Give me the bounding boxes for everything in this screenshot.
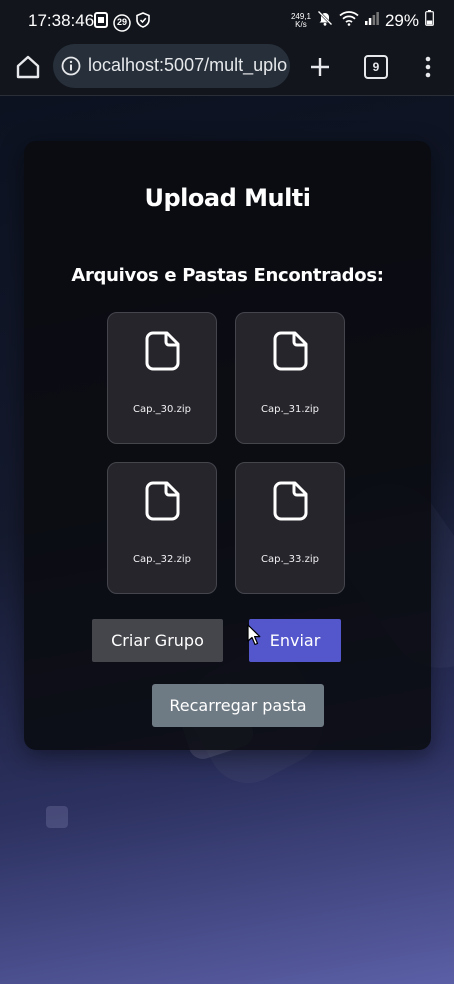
files-heading: Arquivos e Pastas Encontrados: — [71, 265, 384, 286]
page-title: Upload Multi — [144, 184, 311, 212]
file-icon — [145, 331, 181, 371]
browser-toolbar: localhost:5007/mult_uplo 9 — [0, 42, 454, 96]
file-icon — [273, 481, 309, 521]
reload-folder-button[interactable]: Recarregar pasta — [152, 684, 324, 727]
notification-count: 29 — [116, 16, 127, 27]
file-name: Cap._31.zip — [261, 404, 319, 415]
file-name: Cap._32.zip — [133, 554, 191, 565]
battery-percent: 29% — [384, 10, 419, 30]
sim-icon — [94, 12, 108, 33]
page-content: Upload Multi Arquivos e Pastas Encontrad… — [0, 96, 454, 984]
mute-icon — [317, 10, 333, 31]
status-right: 249,1 K/s 29% — [291, 10, 434, 31]
file-tile[interactable]: Cap._31.zip — [235, 312, 345, 444]
more-icon[interactable] — [418, 54, 438, 80]
wifi-icon — [339, 10, 359, 31]
status-bar: 17:38:46 29 249,1 K/s 29% — [0, 0, 454, 42]
file-icon — [145, 481, 181, 521]
file-tile[interactable]: Cap._32.zip — [107, 462, 217, 594]
file-tile[interactable]: Cap._30.zip — [107, 312, 217, 444]
status-left-icons: 29 — [94, 12, 150, 33]
create-group-button[interactable]: Criar Grupo — [92, 619, 223, 662]
home-icon[interactable] — [14, 53, 42, 81]
file-tile[interactable]: Cap._33.zip — [235, 462, 345, 594]
info-icon[interactable] — [61, 56, 81, 76]
status-time: 17:38:46 — [28, 11, 95, 30]
file-name: Cap._33.zip — [261, 554, 319, 565]
url-text[interactable]: localhost:5007/mult_uplo — [88, 55, 288, 76]
shield-icon — [136, 12, 150, 33]
tabs-icon[interactable]: 9 — [364, 55, 388, 79]
send-button[interactable]: Enviar — [249, 619, 341, 662]
mouse-cursor-icon — [247, 624, 261, 646]
network-speed: 249,1 K/s — [291, 12, 311, 29]
notification-count-icon: 29 — [113, 13, 131, 32]
background-shape — [46, 806, 68, 828]
address-bar[interactable]: localhost:5007/mult_uplo — [53, 44, 290, 88]
network-speed-unit: K/s — [295, 19, 307, 29]
plus-icon[interactable] — [307, 54, 333, 80]
file-name: Cap._30.zip — [133, 404, 191, 415]
file-icon — [273, 331, 309, 371]
upload-card: Upload Multi Arquivos e Pastas Encontrad… — [24, 141, 431, 750]
battery-icon — [425, 10, 434, 31]
signal-icon — [364, 10, 379, 31]
